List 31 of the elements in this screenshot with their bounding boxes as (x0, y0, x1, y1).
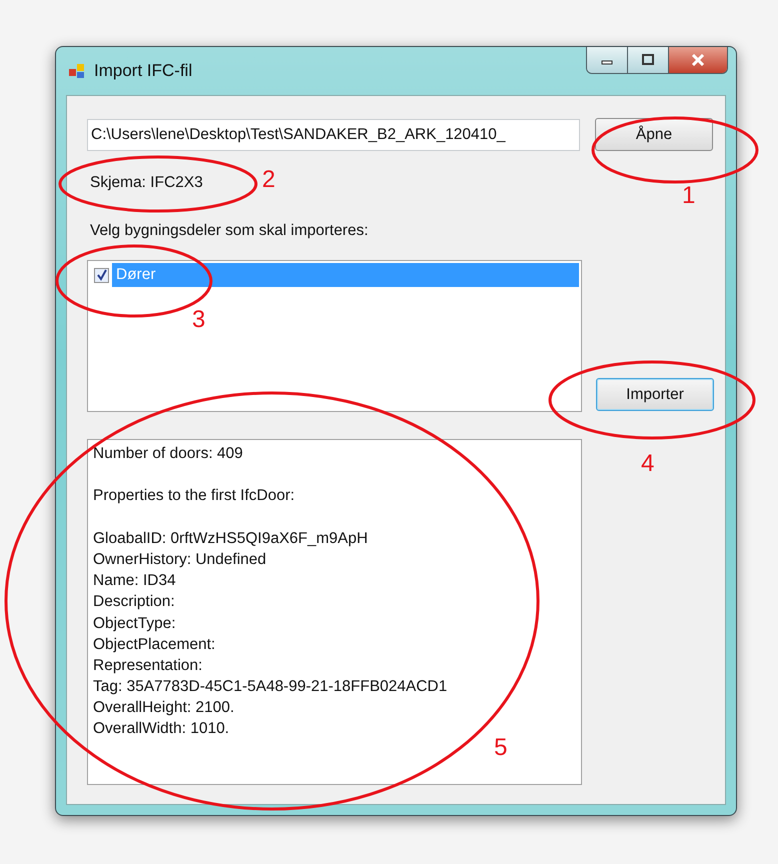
annotation-number: 1 (682, 184, 696, 208)
instruction-label: Velg bygningsdeler som skal importeres: (90, 222, 368, 240)
import-button[interactable]: Importer (596, 378, 714, 411)
minimize-button[interactable] (587, 47, 628, 73)
output-line: Name: ID34 (93, 571, 176, 592)
schema-label: Skjema: IFC2X3 (90, 174, 203, 192)
output-line: GloabalID: 0rftWzHS5QI9aX6F_m9ApH (93, 528, 368, 549)
window-title: Import IFC-fil (94, 61, 192, 81)
annotation-number: 3 (192, 308, 206, 332)
output-line: Properties to the first IfcDoor: (93, 486, 295, 506)
output-line: OverallHeight: 2100. (93, 698, 234, 718)
checkmark-icon (96, 269, 108, 281)
annotation-number: 4 (641, 452, 654, 476)
output-line: Description: (93, 592, 175, 612)
output-line: ObjectPlacement: (93, 634, 216, 655)
maximize-icon (641, 54, 655, 66)
file-path-field[interactable]: C:\Users\lene\Desktop\Test\SANDAKER_B2_ARK_120410_ (87, 118, 580, 150)
output-line: ObjectType: (93, 614, 176, 634)
output-line: Number of doors: 409 (93, 444, 243, 464)
annotation-number: 2 (262, 168, 276, 192)
app-icon (68, 62, 86, 80)
annotation-number: 5 (494, 736, 508, 760)
output-line: Representation: (93, 656, 202, 676)
close-button[interactable] (669, 47, 727, 73)
close-icon (690, 54, 706, 66)
open-button[interactable]: Åpne (595, 118, 713, 151)
checkbox[interactable] (94, 268, 109, 282)
output-line: OwnerHistory: Undefined (93, 550, 266, 570)
maximize-button[interactable] (628, 47, 669, 73)
output-line: OverallWidth: 1010. (93, 719, 230, 740)
output-line: Tag: 35A7783D-45C1-5A48-99-21-18FFB024ACD1 (93, 677, 448, 698)
